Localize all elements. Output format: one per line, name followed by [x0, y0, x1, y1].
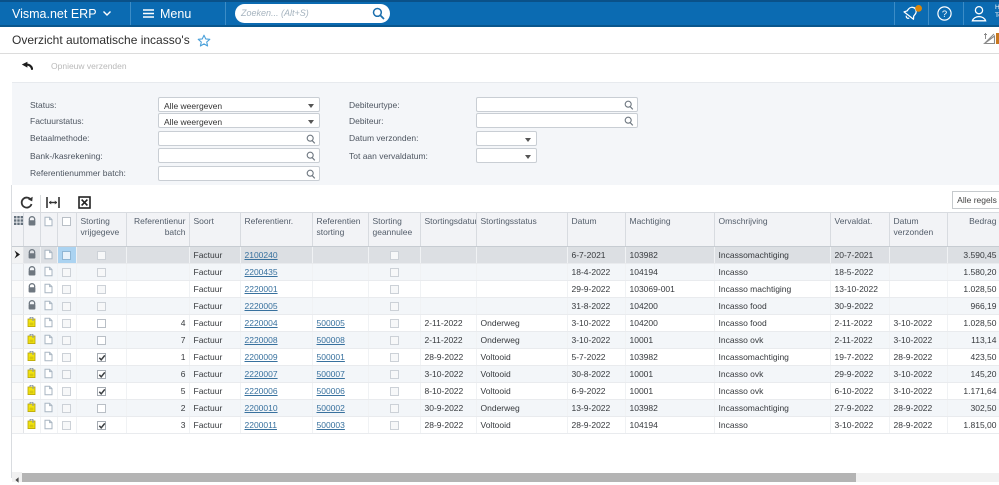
svg-text:?: ?: [942, 9, 947, 20]
